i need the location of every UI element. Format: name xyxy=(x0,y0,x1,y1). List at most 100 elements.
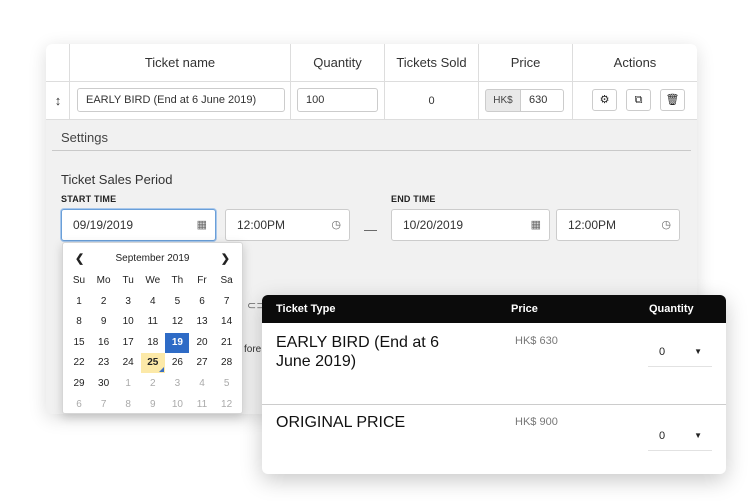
weekday-label: Sa xyxy=(220,275,233,286)
header-ticket-name: Ticket name xyxy=(70,44,291,82)
calendar-day[interactable]: 1 xyxy=(116,374,140,394)
calendar-day[interactable]: 28 xyxy=(215,353,239,373)
calendar-day[interactable]: 10 xyxy=(116,312,140,332)
start-time-label: START TIME xyxy=(61,194,117,204)
clock-icon[interactable]: ◷ xyxy=(331,210,341,240)
quantity-cell: 100 xyxy=(291,82,385,120)
header-ticket-price: Price xyxy=(511,303,538,315)
datepicker-popup: ❮ September 2019 ❯ Su Mo Tu We Th Fr Sa 1 2 3 4 5 6 7… xyxy=(62,242,243,414)
list-item: ORIGINAL PRICE HK$ 900 0 ▼ xyxy=(262,405,726,474)
calendar-day[interactable]: 3 xyxy=(165,374,189,394)
ticket-type-price: HK$ 630 xyxy=(515,335,558,347)
calendar-day[interactable]: 24 xyxy=(116,353,140,373)
partial-label: fore xyxy=(244,344,262,355)
calendar-day[interactable]: 3 xyxy=(116,292,140,312)
settings-button[interactable]: ⚙ xyxy=(592,89,617,111)
calendar-day[interactable]: 4 xyxy=(190,374,214,394)
settings-title: Settings xyxy=(61,130,108,145)
weekday-label: Su xyxy=(72,275,86,286)
header-tickets-sold: Tickets Sold xyxy=(385,44,479,82)
calendar-day[interactable]: 8 xyxy=(67,312,91,332)
calendar-day[interactable]: 10 xyxy=(165,395,189,413)
calendar-day[interactable]: 26 xyxy=(165,353,189,373)
calendar-day[interactable]: 29 xyxy=(67,374,91,394)
calendar-day[interactable]: 12 xyxy=(215,395,239,413)
weekday-label: Fr xyxy=(197,275,207,286)
range-separator: — xyxy=(364,222,377,237)
calendar-day[interactable]: 2 xyxy=(141,374,165,394)
quantity-value: 0 xyxy=(659,430,666,442)
drag-column-header xyxy=(46,44,70,82)
calendar-icon[interactable]: ▦ xyxy=(531,210,541,240)
calendar-day[interactable]: 6 xyxy=(67,395,91,413)
ticket-name-input[interactable]: EARLY BIRD (End at 6 June 2019) xyxy=(77,88,285,112)
calendar-day[interactable]: 8 xyxy=(116,395,140,413)
calendar-day[interactable]: 9 xyxy=(92,312,116,332)
table-row: ↕ EARLY BIRD (End at 6 June 2019) 100 0 … xyxy=(46,82,697,120)
caret-down-icon: ▼ xyxy=(694,431,702,440)
calendar-day[interactable]: 5 xyxy=(165,292,189,312)
calendar-day[interactable]: 6 xyxy=(190,292,214,312)
calendar-day[interactable]: 13 xyxy=(190,312,214,332)
header-ticket-type: Ticket Type xyxy=(276,303,336,315)
calendar-day[interactable]: 4 xyxy=(141,292,165,312)
delete-button[interactable]: 🗑 xyxy=(660,89,685,111)
end-time-label: END TIME xyxy=(391,194,436,204)
calendar-day[interactable]: 25 xyxy=(140,353,165,374)
duplicate-button[interactable]: ⧉ xyxy=(626,89,651,111)
list-item: EARLY BIRD (End at 6 June 2019) HK$ 630 … xyxy=(262,323,726,404)
caret-down-icon: ▼ xyxy=(694,347,702,356)
calendar-day[interactable]: 2 xyxy=(92,292,116,312)
chevron-right-icon[interactable]: ❯ xyxy=(221,251,230,267)
calendar-icon[interactable]: ▦ xyxy=(197,210,207,240)
copy-icon: ⧉ xyxy=(634,94,643,106)
calendar-day[interactable]: 15 xyxy=(67,333,91,353)
ticket-list-card: Ticket Type Price Quantity EARLY BIRD (E… xyxy=(262,295,726,474)
calendar-day[interactable]: 5 xyxy=(215,374,239,394)
quantity-select[interactable]: 0 ▼ xyxy=(648,421,712,451)
weekday-label: Tu xyxy=(122,275,134,286)
calendar-day[interactable]: 27 xyxy=(190,353,214,373)
header-ticket-quantity: Quantity xyxy=(649,303,694,315)
table-header-row: Ticket name Quantity Tickets Sold Price … xyxy=(46,44,697,82)
weekday-label: Mo xyxy=(96,275,111,286)
quantity-input[interactable]: 100 xyxy=(297,88,378,112)
calendar-day[interactable]: 7 xyxy=(215,292,239,312)
drag-handle-icon[interactable]: ↕ xyxy=(46,82,70,120)
calendar-day[interactable]: 20 xyxy=(190,333,214,353)
tickets-sold-cell: 0 xyxy=(385,82,479,120)
calendar-day[interactable]: 1 xyxy=(67,292,91,312)
calendar-day[interactable]: 9 xyxy=(141,395,165,413)
actions-cell: ⚙ ⧉ 🗑 xyxy=(573,82,697,120)
start-date-field[interactable]: 09/19/2019 ▦ xyxy=(61,209,216,241)
calendar-day[interactable]: 11 xyxy=(190,395,214,413)
currency-prefix: HK$ xyxy=(485,89,521,112)
calendar-day[interactable]: 7 xyxy=(92,395,116,413)
calendar-day[interactable]: 12 xyxy=(165,312,189,332)
calendar-day[interactable]: 21 xyxy=(215,333,239,353)
trash-icon: 🗑 xyxy=(665,94,680,106)
calendar-day[interactable]: 16 xyxy=(92,333,116,353)
gear-icon: ⚙ xyxy=(599,94,610,106)
end-date-field[interactable]: 10/20/2019 ▦ xyxy=(391,209,550,241)
datepicker-header: ❮ September 2019 ❯ xyxy=(63,251,242,267)
calendar-day[interactable]: 11 xyxy=(141,312,165,332)
price-input[interactable]: 630 xyxy=(520,89,564,112)
start-time-value: 12:00PM xyxy=(237,218,286,232)
calendar-day[interactable]: 23 xyxy=(92,353,116,373)
clock-icon[interactable]: ◷ xyxy=(661,210,671,240)
start-date-value: 09/19/2019 xyxy=(73,218,134,232)
calendar-day[interactable]: 18 xyxy=(141,333,165,353)
end-time-field[interactable]: 12:00PM ◷ xyxy=(556,209,680,241)
quantity-select[interactable]: 0 ▼ xyxy=(648,337,712,367)
start-time-field[interactable]: 12:00PM ◷ xyxy=(225,209,350,241)
calendar-day[interactable]: 14 xyxy=(215,312,239,332)
datepicker-month-label: September 2019 xyxy=(115,253,190,264)
calendar-day[interactable]: 17 xyxy=(116,333,140,353)
end-date-value: 10/20/2019 xyxy=(403,218,464,232)
end-time-value: 12:00PM xyxy=(568,218,617,232)
calendar-day[interactable]: 19 xyxy=(165,332,190,353)
header-actions: Actions xyxy=(613,55,657,70)
calendar-day[interactable]: 30 xyxy=(92,374,116,394)
calendar-day[interactable]: 22 xyxy=(67,353,91,373)
